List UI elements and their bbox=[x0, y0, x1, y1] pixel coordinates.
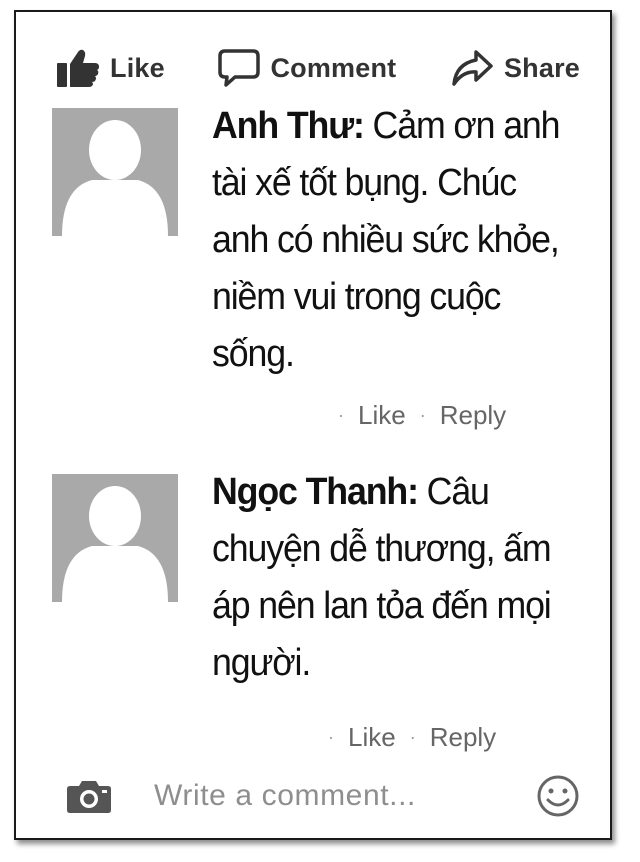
share-arrow-icon bbox=[450, 48, 494, 88]
separator-dot: · bbox=[328, 727, 334, 747]
thumbs-up-icon bbox=[56, 48, 100, 88]
comment-input[interactable] bbox=[152, 778, 496, 814]
smiley-icon[interactable] bbox=[536, 774, 580, 818]
share-label: Share bbox=[503, 52, 580, 83]
comment-item: Ngọc Thanh: Câu chuyện dễ thương, ấm áp … bbox=[52, 471, 586, 764]
default-user-icon bbox=[52, 474, 178, 602]
share-button[interactable]: Share bbox=[450, 48, 580, 88]
comment-reply-link[interactable]: Reply bbox=[440, 400, 506, 431]
speech-bubble-icon bbox=[218, 48, 261, 88]
post-action-bar: Like Comment Share bbox=[56, 38, 580, 98]
comment-like-link[interactable]: Like bbox=[358, 400, 406, 431]
comment-body: Ngọc Thanh: Câu chuyện dễ thương, ấm áp … bbox=[212, 464, 564, 692]
comment-button[interactable]: Comment bbox=[218, 48, 396, 88]
comment-like-link[interactable]: Like bbox=[348, 722, 396, 753]
comment-author[interactable]: Anh Thư: bbox=[212, 105, 365, 147]
comment-actions: · Like · Reply bbox=[328, 722, 496, 753]
comment-actions: · Like · Reply bbox=[338, 400, 506, 431]
comment-card: Like Comment Share Anh Thư: Cảm ơn anh t… bbox=[14, 10, 612, 840]
comment-composer bbox=[66, 764, 580, 828]
avatar[interactable] bbox=[52, 108, 178, 236]
like-button[interactable]: Like bbox=[56, 48, 165, 88]
comment-item: Anh Thư: Cảm ơn anh tài xế tốt bụng. Chú… bbox=[52, 105, 586, 438]
avatar[interactable] bbox=[52, 474, 178, 602]
comment-body: Anh Thư: Cảm ơn anh tài xế tốt bụng. Chú… bbox=[212, 98, 564, 383]
comment-reply-link[interactable]: Reply bbox=[430, 722, 496, 753]
separator-dot: · bbox=[409, 727, 416, 747]
like-label: Like bbox=[110, 52, 165, 83]
separator-dot: · bbox=[419, 405, 426, 425]
comment-label: Comment bbox=[270, 52, 397, 83]
comment-author[interactable]: Ngọc Thanh: bbox=[212, 471, 419, 513]
default-user-icon bbox=[52, 108, 178, 236]
camera-icon[interactable] bbox=[66, 778, 112, 814]
separator-dot: · bbox=[338, 405, 344, 425]
